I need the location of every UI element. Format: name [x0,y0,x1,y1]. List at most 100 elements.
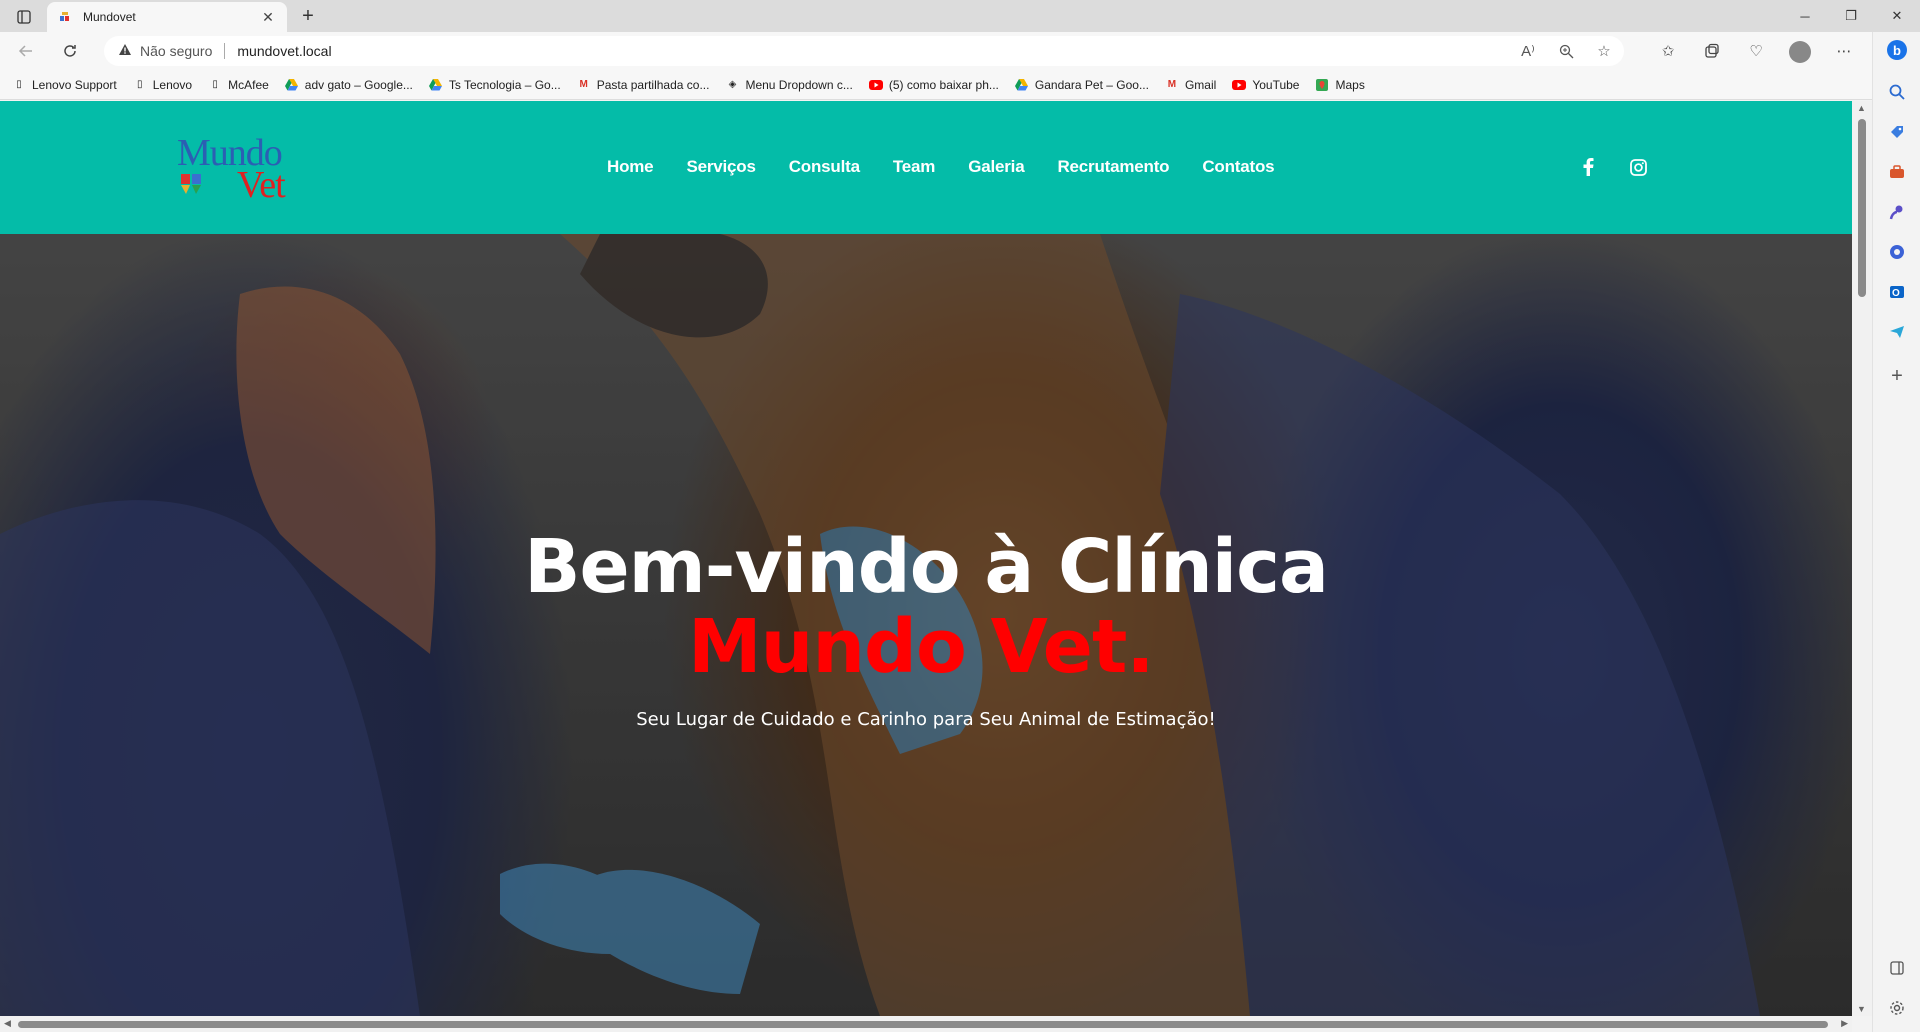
warning-icon [118,43,132,59]
bookmark-item[interactable]: M Pasta partilhada co... [577,78,710,92]
scroll-down-icon[interactable]: ▼ [1857,1004,1866,1014]
bookmark-label: Gmail [1184,77,1217,92]
bookmarks-bar: ▯ Lenovo Support ▯ Lenovo ▯ McAfee adv gato… [0,70,1920,100]
scroll-left-icon[interactable]: ◀ [4,1018,11,1029]
drive-icon [1015,78,1029,92]
new-tab-button[interactable]: + [295,4,321,28]
tab-title: Mundovet [83,10,136,24]
edge-sidebar: b O + [1872,32,1920,1032]
bookmark-label: adv gato – Google... [304,77,413,92]
more-menu-icon[interactable]: ⋯ [1828,38,1860,64]
youtube-icon [1232,78,1247,92]
nav-contatos[interactable]: Contatos [1202,157,1274,177]
hero-section: Bem-vindo à Clínica Mundo Vet. Seu Lugar… [0,234,1852,1016]
tools-icon[interactable] [1885,160,1909,184]
bookmark-item[interactable]: ▯ McAfee [208,77,269,92]
url-text[interactable]: mundovet.local [237,43,331,59]
favorite-star-icon[interactable]: ☆ [1592,40,1616,62]
avatar [1789,41,1811,63]
bookmark-item[interactable]: Ts Tecnologia – Go... [429,78,561,92]
page-icon: ▯ [212,79,218,90]
youtube-icon [868,78,883,92]
social-links [1578,157,1648,177]
close-tab-icon[interactable]: ✕ [259,9,277,26]
nav-servicos[interactable]: Serviços [686,157,755,177]
hero-subtitle: Seu Lugar de Cuidado e Carinho para Seu … [636,709,1216,730]
close-window-button[interactable]: ✕ [1874,0,1920,32]
tab-actions-icon[interactable] [10,6,38,28]
bookmark-label: Lenovo Support [32,77,117,92]
bookmark-label: YouTube [1252,77,1300,92]
instagram-icon[interactable] [1628,157,1648,177]
address-separator [224,43,226,59]
send-icon[interactable] [1885,320,1909,344]
bookmark-label: Maps [1335,77,1365,92]
codepen-icon: ◈ [728,79,737,90]
sidebar-layout-icon[interactable] [1885,956,1909,980]
refresh-button[interactable] [56,38,84,64]
minimize-button[interactable]: ─ [1782,0,1828,32]
nav-consulta[interactable]: Consulta [789,157,860,177]
toolbar-right: ✩ ♡ ⋯ [1652,38,1860,64]
favorites-icon[interactable]: ✩ [1652,38,1684,64]
copilot-icon[interactable]: b [1885,38,1909,62]
bookmark-item[interactable]: adv gato – Google... [285,78,413,92]
vertical-scroll-thumb[interactable] [1858,119,1866,297]
bookmark-item[interactable]: ▯ Lenovo [133,78,192,92]
logo-text-vet: Vet [237,164,286,206]
browser-toolbar: Não seguro mundovet.local A⁾ ☆ ✩ ♡ ⋯ [0,32,1920,70]
search-icon[interactable] [1885,80,1909,104]
page-viewport: Mundo Vet Home Serviços Consulta Team Ga… [0,101,1852,1016]
shopping-icon[interactable] [1885,120,1909,144]
scroll-right-icon[interactable]: ▶ [1841,1018,1848,1029]
settings-icon[interactable] [1885,996,1909,1020]
bookmark-item[interactable]: Maps [1315,77,1365,92]
games-icon[interactable] [1885,200,1909,224]
microsoft365-icon[interactable] [1885,240,1909,264]
bookmark-item[interactable]: M Gmail [1165,77,1217,92]
zoom-icon[interactable] [1554,40,1578,62]
horizontal-scroll-thumb[interactable] [18,1021,1828,1028]
bookmark-label: McAfee [228,77,269,92]
site-header: Mundo Vet Home Serviços Consulta Team Ga… [0,101,1852,234]
security-label[interactable]: Não seguro [140,43,212,59]
add-icon[interactable]: + [1885,364,1909,388]
read-aloud-icon[interactable]: A⁾ [1516,40,1540,62]
address-bar-actions: A⁾ ☆ [1516,40,1616,62]
vertical-scrollbar[interactable]: ▲ ▼ [1852,101,1872,1016]
facebook-icon[interactable] [1578,157,1598,177]
nav-recrutamento[interactable]: Recrutamento [1057,157,1169,177]
page-icon: ▯ [136,79,143,90]
gmail-icon: M [579,79,588,90]
nav-galeria[interactable]: Galeria [968,157,1024,177]
profile-avatar[interactable] [1784,38,1816,64]
address-bar[interactable]: Não seguro mundovet.local A⁾ ☆ [104,36,1624,66]
svg-text:b: b [1893,43,1901,58]
bookmark-label: Pasta partilhada co... [596,77,710,92]
logo-shield-icon [181,174,201,194]
collections-icon[interactable] [1696,38,1728,64]
bookmark-item[interactable]: Gandara Pet – Goo... [1015,78,1149,92]
svg-text:O: O [1892,288,1900,299]
bookmark-item[interactable]: ◈ Menu Dropdown c... [725,77,853,92]
mundovet-favicon-icon [57,9,73,25]
horizontal-scrollbar[interactable]: ◀ ▶ [0,1016,1852,1032]
browser-essentials-icon[interactable]: ♡ [1740,38,1772,64]
outlook-icon[interactable]: O [1885,280,1909,304]
bookmark-label: Menu Dropdown c... [745,77,853,92]
back-button[interactable] [12,38,40,64]
maps-icon [1315,78,1329,92]
scroll-up-icon[interactable]: ▲ [1857,103,1866,113]
bookmark-item[interactable]: ▯ Lenovo Support [12,78,117,92]
browser-tab[interactable]: Mundovet ✕ [47,2,287,32]
nav-home[interactable]: Home [607,157,654,177]
bookmark-item[interactable]: YouTube [1232,78,1299,92]
gmail-icon: M [1167,79,1177,90]
site-logo[interactable]: Mundo Vet [175,131,315,206]
bookmark-label: Gandara Pet – Goo... [1034,77,1149,92]
bookmark-item[interactable]: (5) como baixar ph... [868,77,999,92]
restore-button[interactable]: ❐ [1828,0,1874,32]
nav-team[interactable]: Team [893,157,936,177]
hero-title-highlight: Mundo Vet. [688,604,1154,690]
bookmark-label: (5) como baixar ph... [888,77,999,92]
